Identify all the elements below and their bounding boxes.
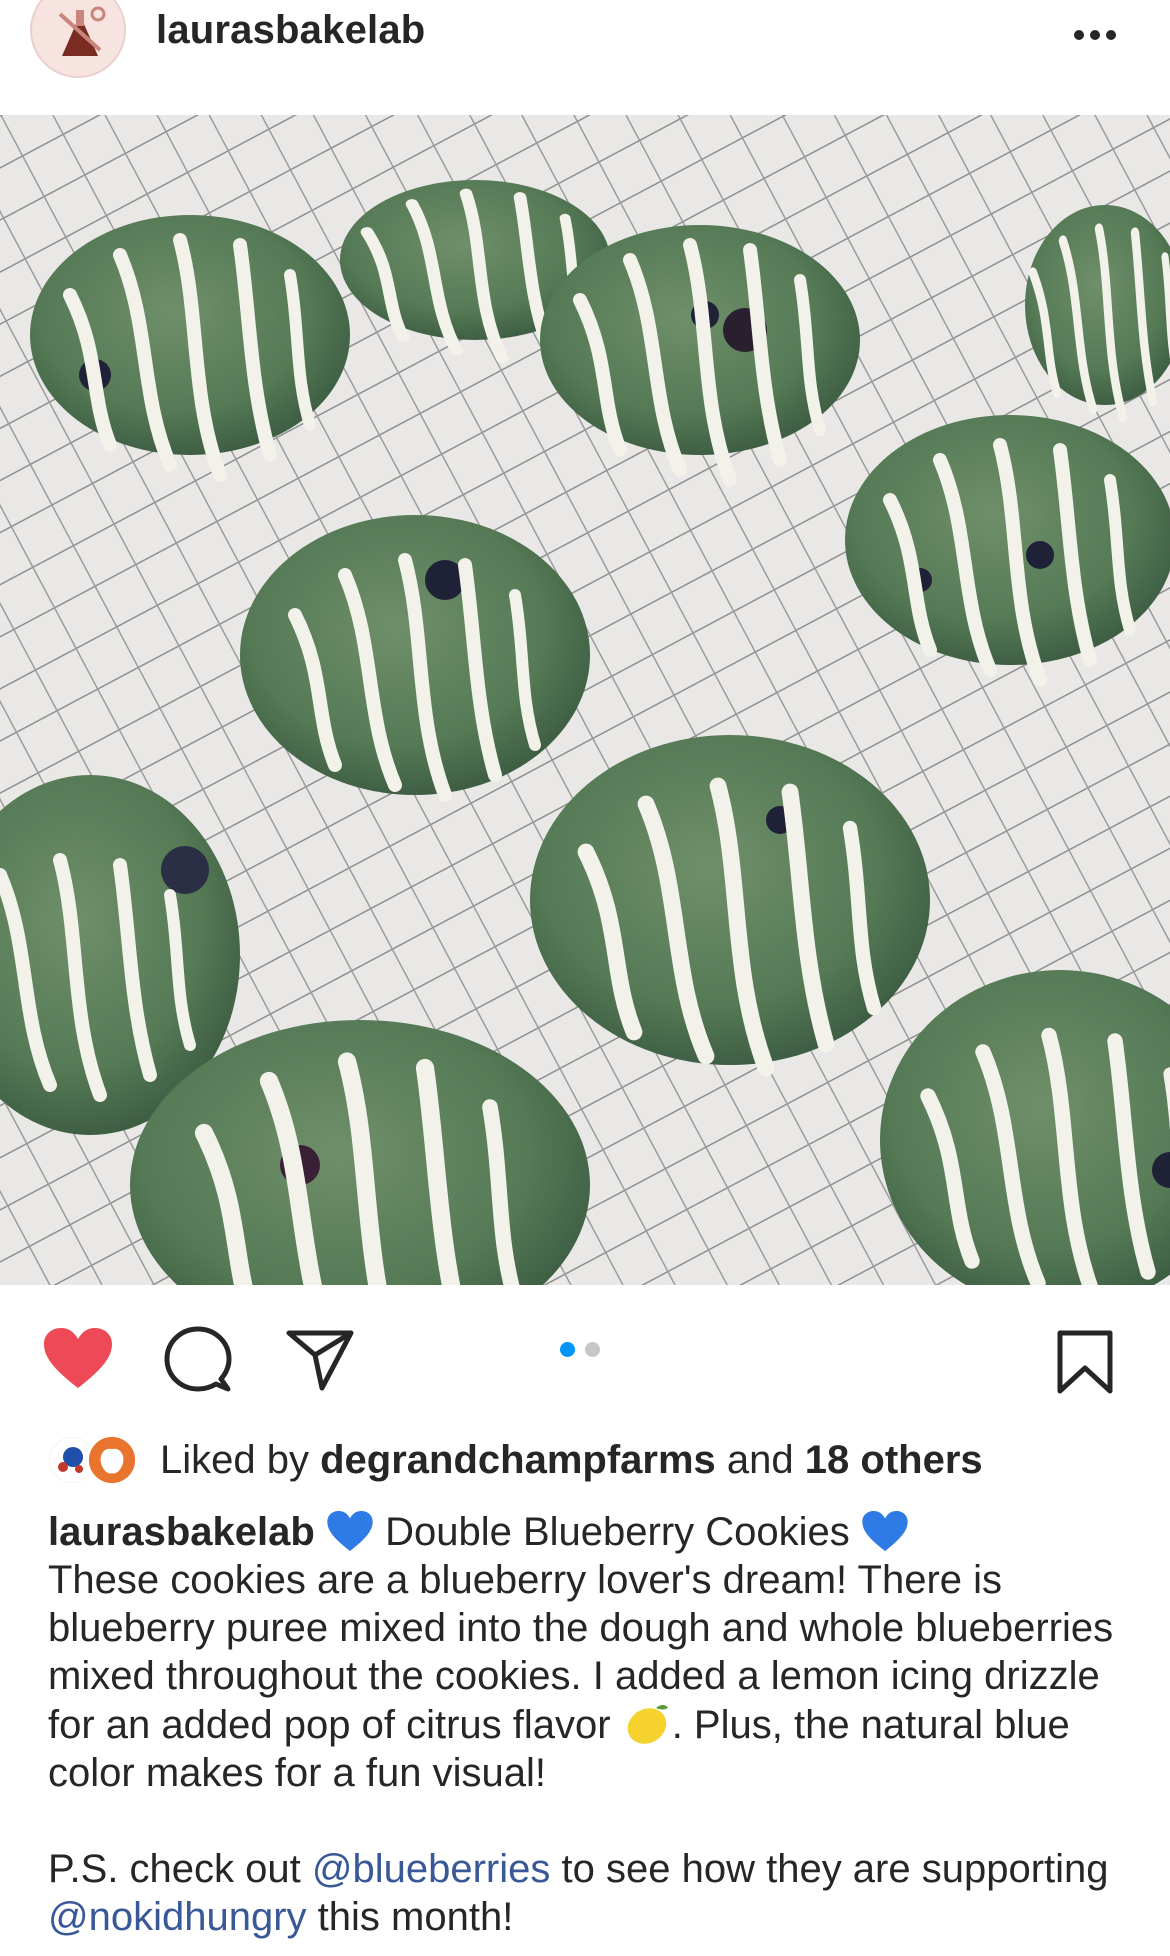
post-caption: laurasbakelab Double Blueberry Cookies T… — [48, 1508, 1138, 1941]
bakelab-logo-icon — [34, 0, 124, 76]
likes-prefix: Liked by — [160, 1437, 309, 1482]
cookies-on-rack-image — [0, 115, 1170, 1285]
caption-title: Double Blueberry Cookies — [385, 1510, 850, 1554]
caption-ps: P.S. check out @blueberries to see how t… — [48, 1845, 1138, 1941]
carousel-dot-2[interactable] — [585, 1342, 600, 1357]
apple-logo-icon — [89, 1437, 135, 1483]
like-button[interactable] — [38, 1322, 118, 1394]
caption-first-line: laurasbakelab Double Blueberry Cookies — [48, 1508, 1138, 1556]
comment-button[interactable] — [160, 1322, 236, 1398]
mention-nokidhungry[interactable]: @nokidhungry — [48, 1895, 307, 1939]
caption-username[interactable]: laurasbakelab — [48, 1510, 315, 1554]
save-button[interactable] — [1050, 1322, 1120, 1402]
likes-and: and — [726, 1437, 794, 1482]
ps-end: this month! — [317, 1895, 514, 1939]
bookmark-icon — [1057, 1330, 1113, 1394]
likes-summary: Liked by degrandchampfarms and 18 others — [46, 1430, 1146, 1490]
ps-middle: to see how they are supporting — [561, 1847, 1109, 1891]
post-header: laurasbakelab — [0, 0, 1170, 115]
liker-avatars[interactable] — [46, 1432, 146, 1488]
liked-by-username[interactable]: degrandchampfarms — [320, 1438, 716, 1482]
more-options-button[interactable] — [1060, 10, 1130, 60]
liker-avatar-2 — [86, 1434, 138, 1486]
send-icon — [286, 1330, 354, 1391]
likes-others-count[interactable]: 18 others — [805, 1438, 983, 1482]
blue-heart-icon — [327, 1511, 373, 1551]
post-photo[interactable] — [0, 115, 1170, 1285]
share-button[interactable] — [282, 1322, 358, 1398]
heart-filled-icon — [44, 1328, 112, 1388]
lemon-icon — [627, 1705, 668, 1744]
comment-icon — [164, 1326, 232, 1392]
caption-body: These cookies are a blueberry lover's dr… — [48, 1556, 1138, 1797]
ps-prefix: P.S. check out — [48, 1847, 301, 1891]
more-horizontal-icon — [1074, 30, 1116, 40]
likes-text: Liked by degrandchampfarms and 18 others — [160, 1438, 983, 1483]
post-username[interactable]: laurasbakelab — [156, 8, 425, 53]
carousel-indicator — [560, 1342, 600, 1357]
blue-heart-icon — [862, 1511, 908, 1551]
profile-avatar[interactable] — [30, 0, 126, 78]
mention-blueberries[interactable]: @blueberries — [312, 1847, 551, 1891]
carousel-dot-1[interactable] — [560, 1342, 575, 1357]
